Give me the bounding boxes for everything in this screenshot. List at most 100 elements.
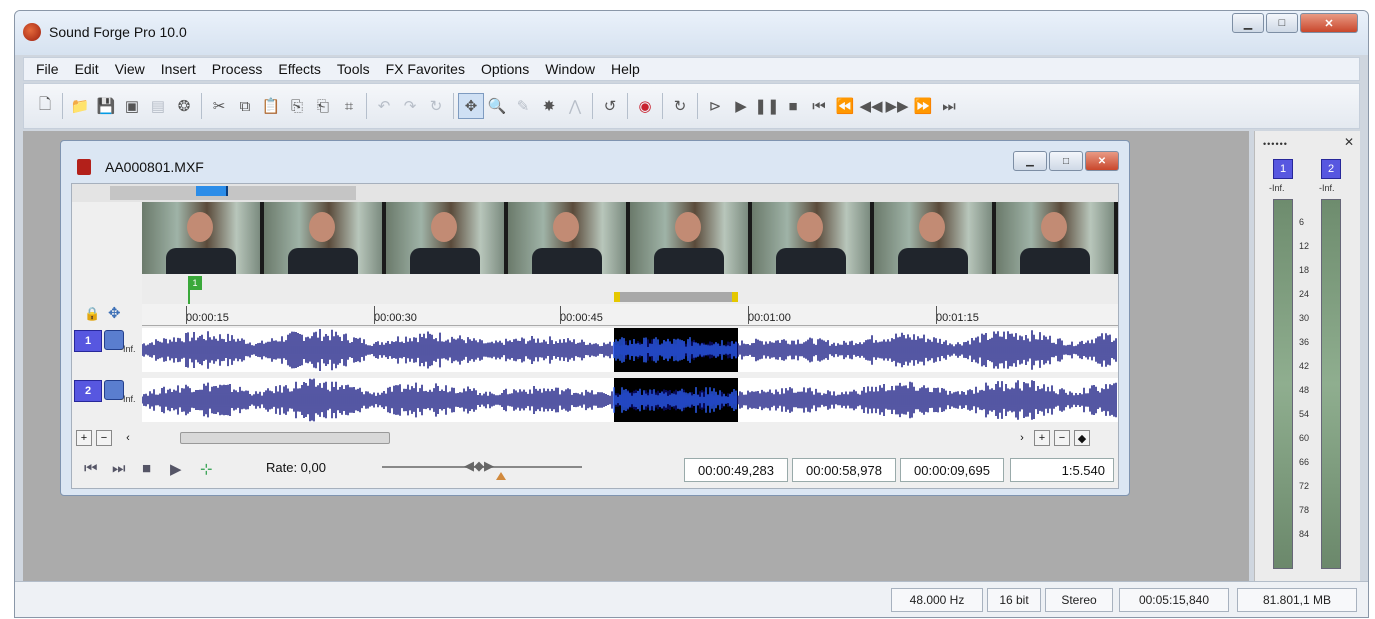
lock-icon[interactable]: 🔒 (84, 306, 100, 322)
menu-insert[interactable]: Insert (153, 61, 204, 77)
selection-length-field[interactable]: 00:00:09,695 (900, 458, 1004, 482)
meter-scale-label: 42 (1299, 361, 1310, 371)
fast-forward-icon[interactable]: ▶▶ (884, 93, 910, 119)
envelope-tool-icon[interactable]: ✸ (536, 93, 562, 119)
go-to-end-icon[interactable]: ⏭ (112, 460, 126, 477)
go-to-end-icon[interactable]: ⏭ (936, 93, 962, 119)
channel-1-badge[interactable]: 1 (74, 330, 102, 352)
meter-scale-label: 6 (1299, 217, 1305, 227)
status-channels[interactable]: Stereo (1045, 588, 1113, 612)
status-file-length: 00:05:15,840 (1119, 588, 1229, 612)
selection-end-field[interactable]: 00:00:58,978 (792, 458, 896, 482)
record-icon[interactable]: ◉ (632, 93, 658, 119)
menu-edit[interactable]: Edit (67, 61, 107, 77)
undo-icon[interactable]: ↶ (371, 93, 397, 119)
cut-icon[interactable]: ✂ (206, 93, 232, 119)
scroll-right-icon[interactable]: › (1014, 430, 1030, 446)
data-window-maximize-button[interactable]: □ (1049, 151, 1083, 171)
app-window: Sound Forge Pro 10.0 ▁ □ ✕ File Edit Vie… (14, 10, 1369, 618)
pencil-tool-icon[interactable]: ✎ (510, 93, 536, 119)
paste-icon[interactable]: 📋 (258, 93, 284, 119)
previous-icon[interactable]: ⏪ (832, 93, 858, 119)
waveform-channel-2[interactable] (142, 378, 1118, 422)
meter-channel-2-badge[interactable]: 2 (1321, 159, 1341, 179)
edit-tool-icon[interactable]: ✥ (458, 93, 484, 119)
save-icon[interactable]: 💾 (93, 93, 119, 119)
close-meter-icon[interactable]: ✕ (1344, 135, 1354, 149)
ruler-tick: 00:00:45 (560, 306, 603, 324)
media-file-icon (77, 159, 91, 175)
horizontal-scrollbar[interactable] (180, 432, 390, 444)
close-button[interactable]: ✕ (1300, 13, 1358, 33)
magnify-tool-icon[interactable]: 🔍 (484, 93, 510, 119)
waveform-graph (142, 329, 1117, 371)
menu-view[interactable]: View (107, 61, 153, 77)
overview-bar[interactable] (72, 184, 1118, 202)
pause-icon[interactable]: ❚❚ (754, 93, 780, 119)
save-as-icon[interactable]: ▣ (119, 93, 145, 119)
meter-channel-1-badge[interactable]: 1 (1273, 159, 1293, 179)
crop-icon[interactable]: ⌗ (336, 93, 362, 119)
toolbar-separator (662, 93, 663, 119)
vertical-zoom-out-button[interactable]: − (1054, 430, 1070, 446)
render-icon[interactable]: ❂ (171, 93, 197, 119)
channel-2-level: -Inf. (120, 394, 136, 404)
marker-flag[interactable]: 1 (188, 276, 202, 290)
stop-icon[interactable]: ■ (780, 93, 806, 119)
zoom-fit-button[interactable]: ◆ (1074, 430, 1090, 446)
menu-effects[interactable]: Effects (270, 61, 329, 77)
video-thumbnail (630, 202, 748, 274)
selection-region-handle[interactable] (614, 292, 738, 302)
status-sample-rate[interactable]: 48.000 Hz (891, 588, 983, 612)
play-normal-icon[interactable]: ▶ (170, 460, 182, 478)
menu-fx-favorites[interactable]: FX Favorites (378, 61, 473, 77)
menu-process[interactable]: Process (204, 61, 271, 77)
event-tool-icon[interactable]: ⋀ (562, 93, 588, 119)
zoom-ratio-field[interactable]: 1:5.540 (1010, 458, 1114, 482)
play-as-sample-icon[interactable]: ⊹ (200, 460, 213, 478)
repeat-icon[interactable]: ↻ (423, 93, 449, 119)
data-window-minimize-button[interactable]: ▁ (1013, 151, 1047, 171)
go-to-start-icon[interactable]: ⏮ (806, 93, 832, 119)
zoom-out-button[interactable]: − (96, 430, 112, 446)
paste-special-icon[interactable]: ⎘ (284, 93, 310, 119)
rate-slider-knob[interactable]: ◀◆▶ (464, 458, 494, 474)
snap-icon[interactable]: ✥ (108, 304, 121, 322)
next-icon[interactable]: ⏩ (910, 93, 936, 119)
time-ruler[interactable]: 00:00:15 00:00:30 00:00:45 00:01:00 00:0… (142, 304, 1118, 326)
data-window-close-button[interactable]: ✕ (1085, 151, 1119, 171)
menu-window[interactable]: Window (537, 61, 603, 77)
play-all-icon[interactable]: ⊳ (702, 93, 728, 119)
rewind-icon[interactable]: ◀◀ (858, 93, 884, 119)
menu-tools[interactable]: Tools (329, 61, 378, 77)
zoom-in-button[interactable]: + (76, 430, 92, 446)
redo-icon[interactable]: ↷ (397, 93, 423, 119)
overview-track[interactable] (110, 186, 356, 200)
waveform-channel-1[interactable] (142, 328, 1118, 372)
save-all-icon[interactable]: ▤ (145, 93, 171, 119)
menu-file[interactable]: File (28, 61, 67, 77)
copy-icon[interactable]: ⧉ (232, 93, 258, 119)
go-to-start-icon[interactable]: ⏮ (84, 460, 98, 477)
vertical-zoom-in-button[interactable]: + (1034, 430, 1050, 446)
meter-grip[interactable]: •••••• (1263, 139, 1288, 149)
menu-options[interactable]: Options (473, 61, 537, 77)
overview-position-marker[interactable] (196, 186, 228, 196)
minimize-button[interactable]: ▁ (1232, 13, 1264, 33)
refresh-icon[interactable]: ↺ (597, 93, 623, 119)
loop-icon[interactable]: ↻ (667, 93, 693, 119)
new-file-icon[interactable]: 🗋 (32, 93, 58, 119)
open-folder-icon[interactable]: 📁 (67, 93, 93, 119)
selection-start-field[interactable]: 00:00:49,283 (684, 458, 788, 482)
title-bar: Sound Forge Pro 10.0 ▁ □ ✕ (15, 11, 1368, 55)
stop-icon[interactable]: ■ (142, 460, 151, 477)
mix-icon[interactable]: ⎗ (310, 93, 336, 119)
maximize-button[interactable]: □ (1266, 13, 1298, 33)
play-icon[interactable]: ▶ (728, 93, 754, 119)
channel-2-badge[interactable]: 2 (74, 380, 102, 402)
menu-help[interactable]: Help (603, 61, 648, 77)
toolbar-separator (453, 93, 454, 119)
status-bit-depth[interactable]: 16 bit (987, 588, 1041, 612)
scroll-left-icon[interactable]: ‹ (120, 430, 136, 446)
marker-bar[interactable]: 1 (142, 274, 1118, 304)
